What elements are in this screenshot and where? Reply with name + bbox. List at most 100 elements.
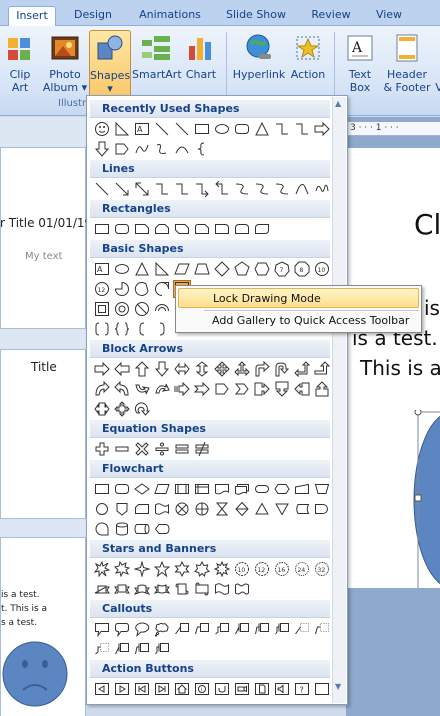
plus-shape[interactable]: [93, 440, 111, 458]
slide-thumbnail[interactable]: Title: [0, 349, 86, 519]
flowchart-display-shape[interactable]: [153, 520, 171, 538]
right-arrow-shape[interactable]: [313, 120, 331, 138]
slide-thumbnail[interactable]: is a test. t. This is a s a test.: [0, 537, 86, 716]
line-shape[interactable]: [93, 180, 111, 198]
line-callout-1-shape[interactable]: [173, 620, 191, 638]
chord-shape[interactable]: [133, 280, 151, 298]
action-button-sound-icon[interactable]: [273, 680, 291, 698]
star-32-point-shape[interactable]: 32: [313, 560, 331, 578]
notched-right-arrow-shape[interactable]: [193, 380, 211, 398]
star-4-point-shape[interactable]: [133, 560, 151, 578]
flowchart-internal-storage-shape[interactable]: [193, 480, 211, 498]
star-12-point-shape[interactable]: 12: [253, 560, 271, 578]
star-7-point-shape[interactable]: [193, 560, 211, 578]
curve-shape[interactable]: [133, 140, 151, 158]
flowchart-sort-shape[interactable]: [233, 500, 251, 518]
curved-arrow-connector-shape[interactable]: [253, 180, 271, 198]
flowchart-manual-operation-shape[interactable]: [313, 480, 331, 498]
snip-corner-rectangle-shape[interactable]: [173, 220, 191, 238]
double-bracket-shape[interactable]: [93, 320, 111, 338]
line-callout-border-accent-2-shape[interactable]: [133, 640, 151, 658]
round-corner-rectangle-shape[interactable]: [233, 220, 251, 238]
left-right-up-arrow-shape[interactable]: [233, 360, 251, 378]
left-arrow-callout-shape[interactable]: [293, 380, 311, 398]
teardrop-shape[interactable]: [153, 280, 171, 298]
flowchart-or-shape[interactable]: [193, 500, 211, 518]
right-triangle-shape[interactable]: [153, 260, 171, 278]
flowchart-process-shape[interactable]: [93, 480, 111, 498]
oval-shape[interactable]: [113, 260, 131, 278]
horizontal-scroll-shape[interactable]: [193, 580, 211, 598]
selected-shape[interactable]: [412, 410, 440, 590]
action-button-return-icon[interactable]: [213, 680, 231, 698]
round-corner-rectangle-shape[interactable]: [213, 220, 231, 238]
left-right-arrow-callout-shape[interactable]: [93, 400, 111, 418]
double-arrow-line-shape[interactable]: [133, 180, 151, 198]
curved-left-arrow-shape[interactable]: [113, 380, 131, 398]
left-up-arrow-shape[interactable]: [293, 360, 311, 378]
snip-corner-rectangle-shape[interactable]: [133, 220, 151, 238]
star-16-point-shape[interactable]: 16: [273, 560, 291, 578]
lock-drawing-mode-menu-item[interactable]: Lock Drawing Mode: [178, 288, 419, 308]
header-footer-button[interactable]: Header & Footer: [382, 30, 432, 106]
flowchart-direct-access-storage-shape[interactable]: [133, 520, 151, 538]
add-gallery-to-qat-menu-item[interactable]: Add Gallery to Quick Access Toolbar: [178, 311, 419, 331]
left-brace-shape[interactable]: [193, 140, 211, 158]
oval-shape[interactable]: [213, 120, 231, 138]
flowchart-document-shape[interactable]: [213, 480, 231, 498]
action-button-back-icon[interactable]: [93, 680, 111, 698]
tab-insert[interactable]: Insert: [8, 6, 56, 26]
elbow-connector-shape[interactable]: [273, 120, 291, 138]
oval-callout-shape[interactable]: [133, 620, 151, 638]
tab-slide-show[interactable]: Slide Show: [218, 6, 294, 26]
up-arrow-shape[interactable]: [133, 360, 151, 378]
elbow-connector-shape[interactable]: [173, 180, 191, 198]
right-arrow-callout-shape[interactable]: [253, 380, 271, 398]
trapezoid-shape[interactable]: [193, 260, 211, 278]
line-callout-accent-1-shape[interactable]: [233, 620, 251, 638]
tab-design[interactable]: Design: [64, 6, 122, 26]
slide-title-text[interactable]: Cl: [414, 208, 440, 241]
tab-review[interactable]: Review: [302, 6, 360, 26]
chevron-shape[interactable]: [233, 380, 251, 398]
flowchart-alternate-process-shape[interactable]: [113, 480, 131, 498]
slide-body-line[interactable]: is: [424, 296, 440, 320]
line-shape[interactable]: [173, 120, 191, 138]
flowchart-delay-shape[interactable]: [313, 500, 331, 518]
up-ribbon-shape[interactable]: [93, 580, 111, 598]
action-button-end-icon[interactable]: [153, 680, 171, 698]
quad-arrow-callout-shape[interactable]: [113, 400, 131, 418]
slide-canvas[interactable]: Cl is is a test. This is a: [346, 148, 440, 588]
donut-shape[interactable]: [113, 300, 131, 318]
down-arrow-shape[interactable]: [93, 140, 111, 158]
flowchart-summing-junction-shape[interactable]: [173, 500, 191, 518]
elbow-connector-shape[interactable]: [153, 180, 171, 198]
freeform-shape[interactable]: [293, 180, 311, 198]
triangle-shape[interactable]: [253, 120, 271, 138]
flowchart-data-shape[interactable]: [153, 480, 171, 498]
freeform-shape[interactable]: [153, 140, 171, 158]
hexagon-shape[interactable]: [253, 260, 271, 278]
flowchart-punched-tape-shape[interactable]: [153, 500, 171, 518]
dodecagon-shape[interactable]: 12: [93, 280, 111, 298]
line-callout-no-border-2-shape[interactable]: [313, 620, 331, 638]
rounded-rectangle-shape[interactable]: [233, 120, 251, 138]
circular-arrow-shape[interactable]: [133, 400, 151, 418]
curved-up-arrow-shape[interactable]: [133, 380, 151, 398]
scroll-up-icon[interactable]: ▲: [335, 99, 341, 108]
left-arrow-shape[interactable]: [113, 360, 131, 378]
action-button-home-icon[interactable]: [173, 680, 191, 698]
video-button-partial[interactable]: V: [434, 30, 440, 106]
up-arrow-callout-shape[interactable]: [313, 380, 331, 398]
star-24-point-shape[interactable]: 24: [293, 560, 311, 578]
flowchart-card-shape[interactable]: [133, 500, 151, 518]
flowchart-collate-shape[interactable]: [213, 500, 231, 518]
flowchart-merge-shape[interactable]: [273, 500, 291, 518]
flowchart-preparation-shape[interactable]: [273, 480, 291, 498]
wave-shape[interactable]: [213, 580, 231, 598]
action-button-help-icon[interactable]: ?: [293, 680, 311, 698]
flowchart-manual-input-shape[interactable]: [293, 480, 311, 498]
double-brace-shape[interactable]: [113, 320, 131, 338]
explosion-1-shape[interactable]: [93, 560, 111, 578]
slide-body-line[interactable]: This is a: [360, 356, 440, 380]
